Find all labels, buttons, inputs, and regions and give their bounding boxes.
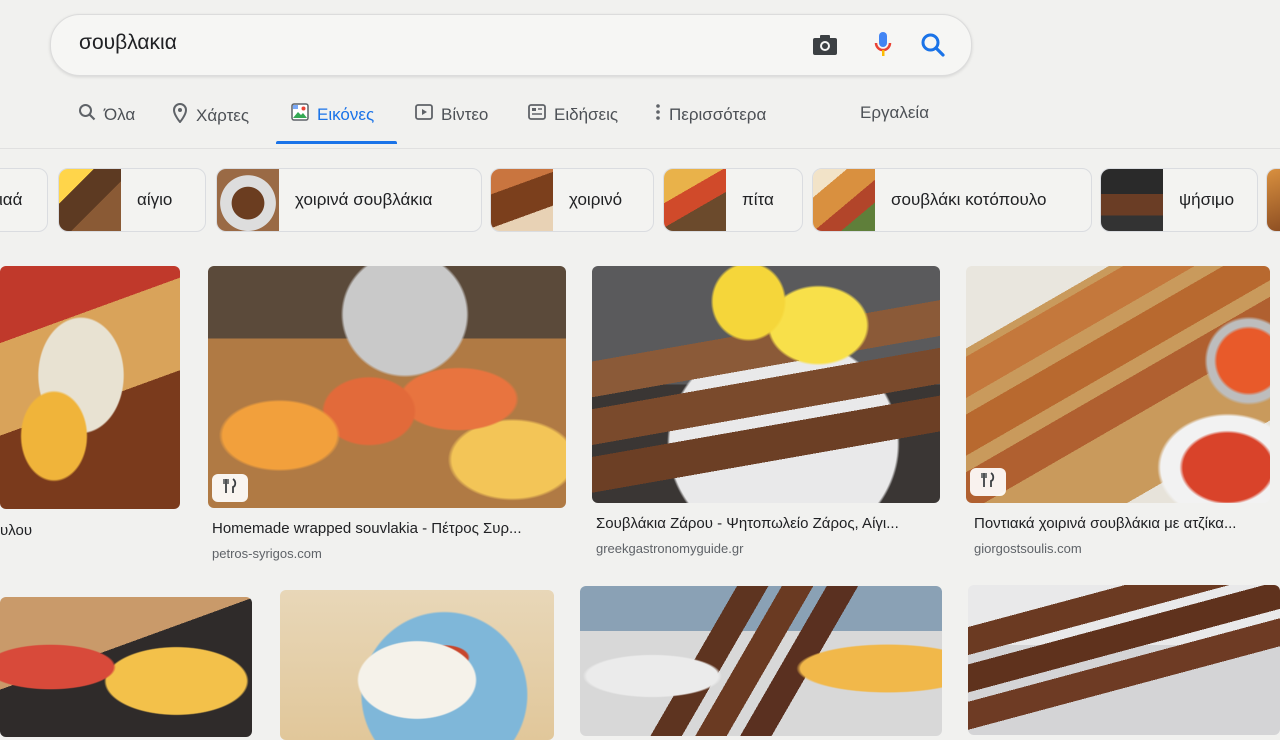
- tab-maps[interactable]: Χάρτες: [172, 102, 250, 128]
- news-icon: [528, 103, 546, 126]
- result-image[interactable]: [968, 585, 1280, 735]
- image-result[interactable]: Homemade wrapped souvlakia - Πέτρος Συρ.…: [208, 266, 566, 566]
- chip-item[interactable]: σουβλάκι κοτόπουλο: [812, 168, 1092, 232]
- tab-label: Ειδήσεις: [554, 104, 619, 124]
- chip-thumbnail: [59, 169, 121, 231]
- image-result[interactable]: [968, 585, 1280, 735]
- result-image[interactable]: [966, 266, 1270, 503]
- active-tab-indicator: [276, 141, 397, 144]
- image-icon: [291, 103, 309, 126]
- result-source[interactable]: petros-syrigos.com: [212, 546, 322, 561]
- related-chips: ιαά αίγιο χοιρινά σουβλάκια χοιρινό πίτα…: [0, 168, 1280, 234]
- more-vert-icon: [655, 103, 661, 126]
- result-title[interactable]: υλου: [0, 522, 180, 539]
- chip-item[interactable]: [1266, 168, 1280, 232]
- recipe-badge: [212, 474, 248, 502]
- chip-item[interactable]: ψήσιμο: [1100, 168, 1258, 232]
- camera-icon[interactable]: [811, 31, 839, 59]
- result-image[interactable]: [280, 590, 554, 740]
- tab-more[interactable]: Περισσότερα: [655, 103, 766, 126]
- chip-thumbnail: [664, 169, 726, 231]
- recipe-badge: [970, 468, 1006, 496]
- chip-item[interactable]: χοιρινά σουβλάκια: [216, 168, 482, 232]
- tab-images[interactable]: Εικόνες: [291, 103, 374, 126]
- chip-label: σουβλάκι κοτόπουλο: [891, 190, 1047, 209]
- tab-label: Εικόνες: [317, 104, 375, 124]
- result-source[interactable]: greekgastronomyguide.gr: [596, 541, 743, 556]
- fork-knife-icon: [222, 477, 238, 499]
- image-result[interactable]: [0, 597, 252, 737]
- tab-news[interactable]: Ειδήσεις: [528, 103, 618, 126]
- chip-thumbnail: [1267, 169, 1280, 231]
- tab-label: Περισσότερα: [669, 104, 767, 124]
- tab-label: Βίντεο: [441, 104, 489, 124]
- search-box[interactable]: σουβλακια: [50, 14, 972, 76]
- result-image[interactable]: [0, 266, 180, 509]
- image-result[interactable]: [280, 590, 554, 740]
- chip-thumbnail: [813, 169, 875, 231]
- result-source[interactable]: giorgostsoulis.com: [974, 541, 1082, 556]
- tools-label: Εργαλεία: [860, 103, 930, 122]
- chip-item[interactable]: ιαά: [0, 168, 48, 232]
- chip-item[interactable]: αίγιο: [58, 168, 206, 232]
- tab-label: Χάρτες: [196, 105, 250, 125]
- search-icon: [78, 103, 96, 126]
- result-title[interactable]: Ποντιακά χοιρινά σουβλάκια με ατζίκα...: [974, 515, 1270, 532]
- play-icon: [415, 103, 433, 126]
- tab-videos[interactable]: Βίντεο: [415, 103, 488, 126]
- image-result[interactable]: Ποντιακά χοιρινά σουβλάκια με ατζίκα... …: [966, 266, 1270, 566]
- tab-all[interactable]: Όλα: [78, 103, 135, 126]
- chip-thumbnail: [491, 169, 553, 231]
- result-image[interactable]: [580, 586, 942, 736]
- mic-icon[interactable]: [869, 31, 897, 59]
- chip-label: ψήσιμο: [1179, 190, 1235, 209]
- result-image[interactable]: [208, 266, 566, 508]
- chip-label: πίτα: [742, 190, 774, 209]
- chip-thumbnail: [217, 169, 279, 231]
- result-title[interactable]: Homemade wrapped souvlakia - Πέτρος Συρ.…: [212, 520, 566, 537]
- chip-label: χοιρινό: [569, 190, 623, 209]
- map-pin-icon: [172, 102, 188, 128]
- chip-label: ιαά: [0, 190, 23, 209]
- tools-button[interactable]: Εργαλεία: [860, 103, 929, 123]
- tabs-divider: [0, 148, 1280, 149]
- fork-knife-icon: [980, 471, 996, 493]
- chip-item[interactable]: χοιρινό: [490, 168, 654, 232]
- chip-item[interactable]: πίτα: [663, 168, 803, 232]
- search-tabs: Όλα Χάρτες Εικόνες Βίντεο Ειδήσεις Περισ…: [0, 95, 1280, 145]
- image-result[interactable]: Σουβλάκια Ζάρου - Ψητοπωλείο Ζάρος, Αίγι…: [592, 266, 940, 566]
- image-result[interactable]: υλου: [0, 266, 180, 556]
- chip-label: χοιρινά σουβλάκια: [295, 190, 433, 209]
- chip-label: αίγιο: [137, 190, 173, 209]
- search-input[interactable]: σουβλακια: [79, 31, 177, 55]
- image-result[interactable]: [580, 586, 942, 736]
- search-icon[interactable]: [919, 31, 947, 59]
- result-title[interactable]: Σουβλάκια Ζάρου - Ψητοπωλείο Ζάρος, Αίγι…: [596, 515, 940, 532]
- tab-label: Όλα: [104, 104, 136, 124]
- result-image[interactable]: [592, 266, 940, 503]
- result-image[interactable]: [0, 597, 252, 737]
- chip-thumbnail: [1101, 169, 1163, 231]
